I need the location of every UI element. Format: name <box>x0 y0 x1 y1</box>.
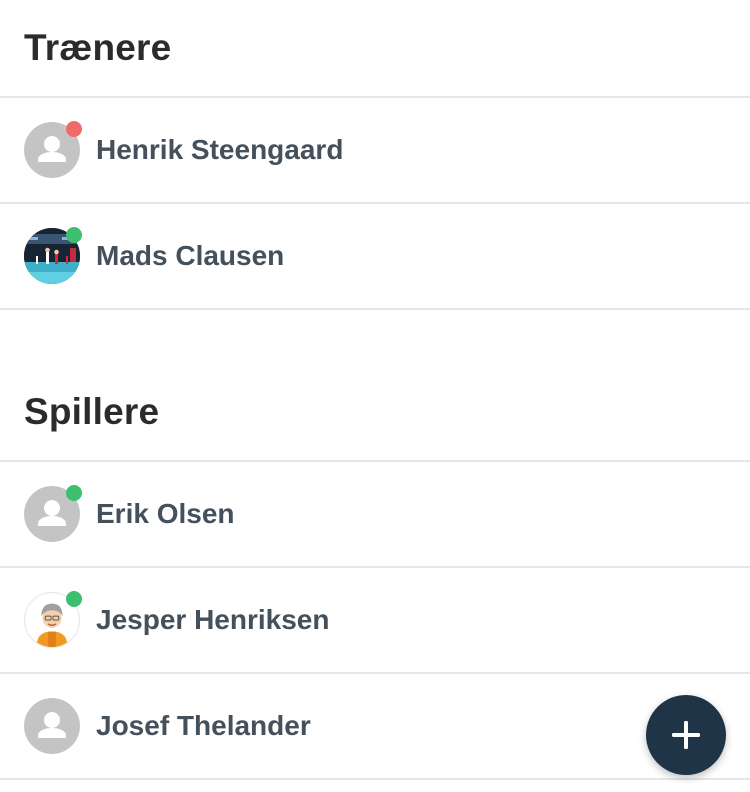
member-name: Mads Clausen <box>96 240 285 271</box>
status-online-indicator <box>66 591 82 607</box>
coaches-section-title: Trænere <box>24 27 172 68</box>
status-offline-indicator <box>66 121 82 137</box>
avatar <box>24 121 82 178</box>
avatar <box>24 227 82 284</box>
status-online-indicator <box>66 485 82 501</box>
avatar <box>24 698 80 754</box>
team-members-page: Trænere Henrik Steengaard Mads Clausen S… <box>0 0 750 792</box>
member-name: Jesper Henriksen <box>96 604 330 635</box>
players-section-title: Spillere <box>24 391 160 432</box>
avatar <box>24 591 82 648</box>
avatar <box>24 485 82 542</box>
add-member-button[interactable] <box>646 695 726 775</box>
coaches-section-header: Trænere <box>0 0 750 98</box>
default-person-icon <box>38 712 66 738</box>
member-row-henrik-steengaard[interactable]: Henrik Steengaard <box>0 98 750 204</box>
member-row-erik-olsen[interactable]: Erik Olsen <box>0 462 750 568</box>
member-row-josef-thelander[interactable]: Josef Thelander <box>0 674 750 780</box>
member-name: Josef Thelander <box>96 710 311 741</box>
member-row-mads-clausen[interactable]: Mads Clausen <box>0 204 750 310</box>
member-name: Erik Olsen <box>96 498 235 529</box>
players-section-header: Spillere <box>0 364 750 462</box>
plus-icon <box>672 721 700 749</box>
status-online-indicator <box>66 227 82 243</box>
member-row-jesper-henriksen[interactable]: Jesper Henriksen <box>0 568 750 674</box>
member-name: Henrik Steengaard <box>96 134 344 165</box>
